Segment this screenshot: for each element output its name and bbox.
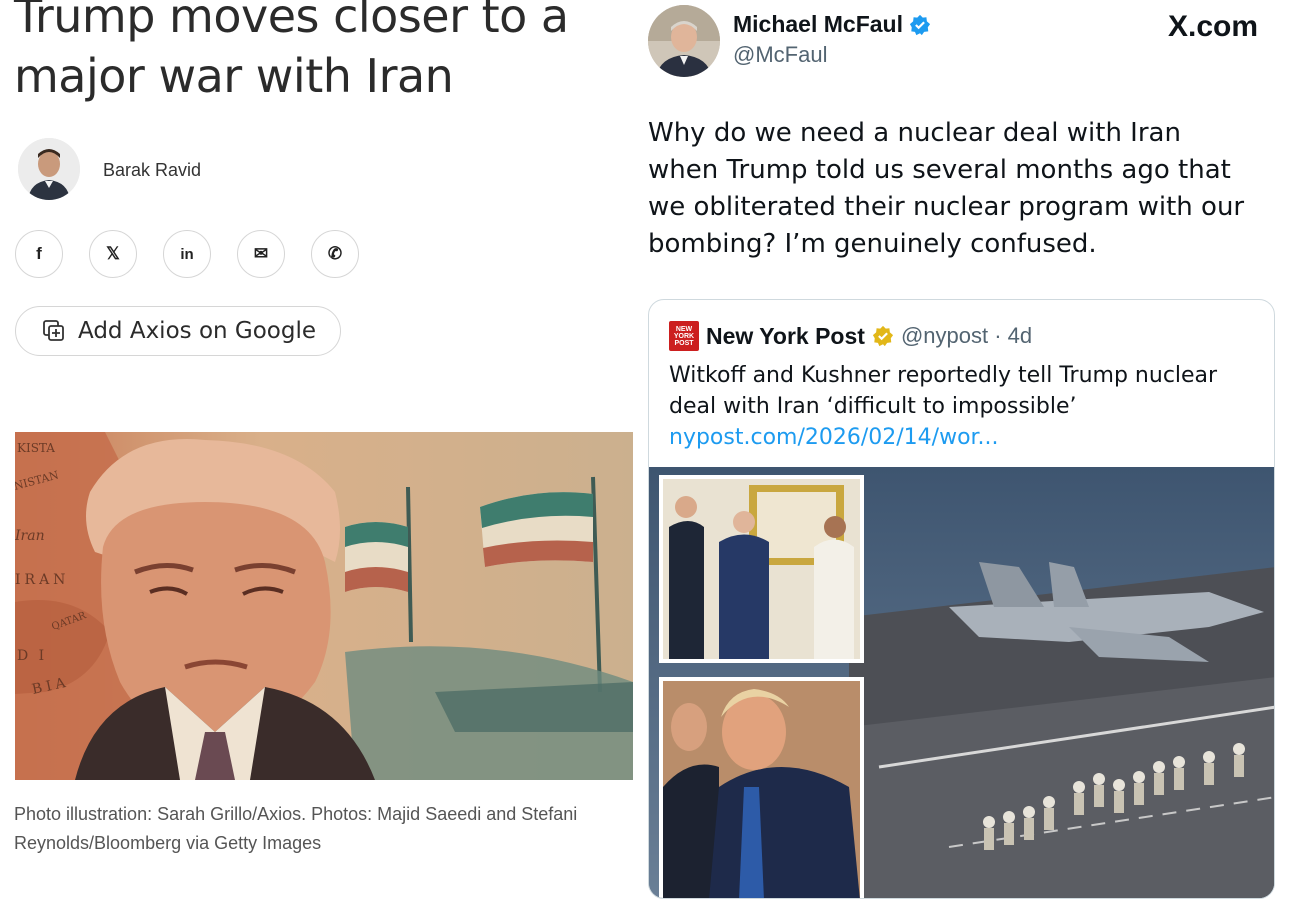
- verified-badge-icon: [909, 14, 931, 35]
- article-panel: Trump moves closer to a major war with I…: [0, 0, 640, 868]
- mail-icon: ✉: [253, 244, 269, 263]
- quoted-tweet-text: Witkoff and Kushner reportedly tell Trum…: [669, 360, 1249, 453]
- tweet-author-name: Michael McFaul: [733, 11, 903, 37]
- share-linkedin-button[interactable]: in: [163, 230, 211, 278]
- share-facebook-button[interactable]: f: [15, 230, 63, 278]
- tweet-author-name-row[interactable]: Michael McFaul: [733, 11, 931, 38]
- org-verified-badge-icon: [872, 325, 894, 347]
- share-x-button[interactable]: 𝕏: [89, 230, 137, 278]
- x-com-logo: X.com: [1168, 10, 1259, 43]
- map-label: D I: [17, 648, 47, 664]
- quoted-author-name[interactable]: New York Post: [706, 323, 865, 350]
- share-email-button[interactable]: ✉: [237, 230, 285, 278]
- quoted-handle-time: @nypost · 4d: [900, 323, 1033, 348]
- x-icon: 𝕏: [106, 244, 120, 263]
- nypost-logo: NEW YORK POST: [669, 321, 699, 351]
- tweet-panel: Michael McFaul @McFaul X.com Why do we n…: [640, 0, 1290, 899]
- add-axios-label: Add Axios on Google: [78, 318, 317, 344]
- quoted-tweet-card[interactable]: NEW YORK POST New York Post @nypost · 4d…: [648, 299, 1275, 899]
- add-axios-on-google-button[interactable]: Add Axios on Google: [15, 306, 341, 356]
- tweet-author-avatar[interactable]: [648, 5, 720, 77]
- tweet-author-handle[interactable]: @McFaul: [733, 42, 827, 68]
- quoted-tweet-media[interactable]: [649, 467, 1274, 898]
- quoted-article-link[interactable]: nypost.com/2026/02/14/wor...: [669, 425, 999, 450]
- author-name[interactable]: Barak Ravid: [103, 160, 201, 181]
- map-label: IRAN: [15, 572, 69, 588]
- share-phone-button[interactable]: ✆: [311, 230, 359, 278]
- quoted-tweet-header: NEW YORK POST New York Post @nypost · 4d: [669, 321, 1032, 351]
- phone-icon: ✆: [327, 244, 343, 263]
- hero-photo-illustration: KISTA NISTAN Iran IRAN QATAR D I BIA: [15, 432, 633, 780]
- linkedin-icon: in: [180, 245, 194, 263]
- author-avatar[interactable]: [18, 138, 80, 200]
- add-source-icon: [43, 320, 64, 341]
- photo-caption: Photo illustration: Sarah Grillo/Axios. …: [14, 804, 578, 853]
- map-label: KISTA: [17, 441, 55, 455]
- facebook-icon: f: [36, 244, 42, 263]
- quoted-text-body: Witkoff and Kushner reportedly tell Trum…: [669, 363, 1218, 419]
- tweet-text: Why do we need a nuclear deal with Iran …: [648, 118, 1245, 259]
- map-label: Iran: [15, 528, 45, 544]
- share-buttons: f 𝕏 in ✉ ✆: [15, 230, 359, 278]
- article-headline: Trump moves closer to a major war with I…: [14, 0, 569, 103]
